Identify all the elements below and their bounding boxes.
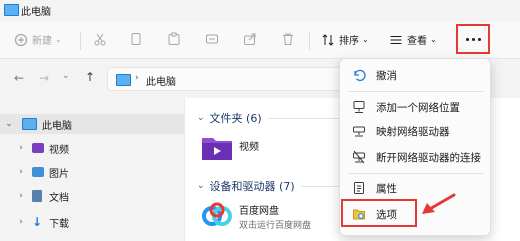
nav-item-this-pc[interactable]: ⌄ 此电脑 — [0, 114, 184, 134]
new-icon — [14, 33, 28, 46]
options-highlight-box — [341, 199, 417, 227]
nav-item-pictures[interactable]: › 图片 — [0, 162, 184, 182]
baidu-netdisk-icon — [202, 202, 232, 226]
rename-icon — [206, 34, 218, 44]
video-folder-icon — [202, 138, 232, 160]
breadcrumb[interactable]: 此电脑 — [146, 73, 176, 88]
menu-item-properties[interactable]: 属性 — [344, 176, 488, 200]
undo-icon — [354, 69, 366, 82]
back-arrow-icon[interactable]: ← — [14, 71, 24, 85]
device-item-baidu[interactable]: 百度网盘 双击运行百度网盘 — [201, 200, 361, 236]
menu-item-undo[interactable]: 撤消 — [344, 63, 488, 87]
command-bar: 新建 ⌄ 排序 ⌄ 查看 ⌄ — [0, 22, 520, 59]
copy-icon — [131, 33, 141, 45]
paste-icon — [168, 32, 180, 45]
documents-folder-icon — [32, 190, 42, 202]
annotation-arrow-icon — [422, 193, 456, 214]
pictures-folder-icon — [32, 167, 44, 177]
view-icon — [390, 35, 402, 44]
nav-item-label: 图片 — [49, 168, 69, 180]
menu-item-label: 断开网络驱动器的连接 — [376, 151, 481, 164]
chevron-down-icon: ⌄ — [362, 35, 369, 44]
nav-item-videos[interactable]: › 视频 — [0, 138, 184, 158]
menu-item-label: 映射网络驱动器 — [376, 125, 450, 138]
nav-item-label: 文档 — [49, 192, 69, 204]
chevron-right-icon[interactable]: › — [14, 217, 28, 227]
device-subtitle: 双击运行百度网盘 — [239, 221, 312, 231]
device-name: 百度网盘 — [239, 206, 279, 217]
title-bar: 此电脑 — [0, 0, 520, 22]
recent-chevron-icon[interactable]: ⌄ — [62, 71, 70, 81]
see-more-button[interactable] — [456, 24, 490, 54]
computer-icon — [116, 74, 131, 86]
trash-icon — [283, 33, 293, 45]
nav-item-documents[interactable]: › 文档 — [0, 186, 184, 206]
delete-button[interactable] — [281, 32, 295, 46]
breadcrumb-chevron-icon: › — [135, 73, 139, 83]
section-title: 文件夹 (6) — [209, 112, 262, 125]
share-icon — [244, 33, 256, 45]
menu-item-disconnect-network-drive[interactable]: 断开网络驱动器的连接 — [344, 145, 488, 169]
menu-item-label: 添加一个网络位置 — [376, 101, 460, 114]
rename-button[interactable] — [205, 32, 219, 46]
window-title: 此电脑 — [21, 7, 51, 18]
sort-label: 排序 — [339, 36, 359, 47]
view-label: 查看 — [407, 36, 427, 47]
network-location-icon — [353, 101, 365, 113]
menu-item-label: 撤消 — [376, 69, 397, 82]
properties-icon — [354, 182, 364, 194]
new-button[interactable]: 新建 ⌄ — [14, 32, 62, 47]
new-label: 新建 — [32, 36, 52, 47]
nav-item-label: 视频 — [49, 144, 69, 156]
menu-item-label: 属性 — [376, 182, 397, 195]
copy-button[interactable] — [129, 32, 143, 46]
chevron-down-icon: ⌄ — [197, 113, 205, 123]
disconnect-drive-icon — [353, 150, 365, 164]
menu-item-map-network-drive[interactable]: 映射网络驱动器 — [344, 119, 488, 143]
computer-icon — [22, 118, 37, 130]
chevron-down-icon: ⌄ — [197, 181, 205, 191]
paste-button[interactable] — [167, 32, 181, 46]
folder-item-videos[interactable]: 视频 — [201, 132, 351, 166]
more-icon — [465, 37, 481, 41]
section-title: 设备和驱动器 (7) — [209, 180, 295, 193]
cut-button[interactable] — [93, 32, 107, 46]
up-arrow-icon[interactable]: ↑ — [85, 70, 95, 84]
chevron-right-icon[interactable]: › — [14, 167, 28, 177]
computer-icon — [4, 4, 19, 16]
nav-item-downloads[interactable]: › ↓ 下载 — [0, 212, 184, 232]
chevron-right-icon[interactable]: › — [14, 191, 28, 201]
chevron-down-icon: ⌄ — [430, 35, 437, 44]
downloads-folder-icon: ↓ — [32, 215, 43, 229]
nav-item-label: 下载 — [49, 218, 70, 230]
share-button[interactable] — [243, 32, 257, 46]
address-bar[interactable]: › 此电脑 — [107, 67, 347, 91]
navigation-pane: ⌄ 此电脑 › 视频 › 图片 › 文档 › ↓ 下载 — [0, 98, 184, 241]
scissors-icon — [94, 33, 106, 46]
chevron-down-icon: ⌄ — [55, 35, 62, 44]
folder-label: 视频 — [239, 142, 259, 153]
nav-item-label: 此电脑 — [42, 120, 72, 132]
chevron-down-icon[interactable]: ⌄ — [2, 119, 16, 129]
forward-arrow-icon[interactable]: → — [39, 71, 49, 85]
chevron-right-icon[interactable]: › — [14, 143, 28, 153]
view-button[interactable]: 查看 ⌄ — [389, 32, 437, 47]
sort-button[interactable]: 排序 ⌄ — [321, 32, 369, 47]
video-folder-icon — [32, 143, 44, 153]
sort-icon — [322, 33, 334, 46]
map-drive-icon — [353, 126, 365, 137]
menu-item-add-network-location[interactable]: 添加一个网络位置 — [344, 95, 488, 119]
